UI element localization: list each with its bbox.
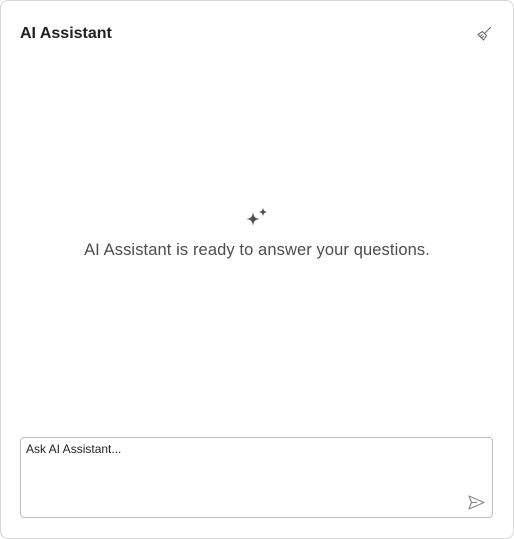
ai-assistant-panel: AI Assistant AI Assistant is ready to an… xyxy=(0,0,514,539)
send-icon xyxy=(467,494,485,510)
panel-header: AI Assistant xyxy=(19,23,495,45)
panel-title: AI Assistant xyxy=(20,25,112,42)
prompt-input[interactable] xyxy=(26,442,456,510)
sparkle-icon xyxy=(246,207,268,226)
empty-state-message: AI Assistant is ready to answer your que… xyxy=(84,241,430,259)
send-button[interactable] xyxy=(466,492,486,512)
prompt-input-box xyxy=(20,437,493,518)
clear-chat-button[interactable] xyxy=(473,23,495,45)
empty-state: AI Assistant is ready to answer your que… xyxy=(1,206,513,260)
broom-icon xyxy=(477,26,492,41)
